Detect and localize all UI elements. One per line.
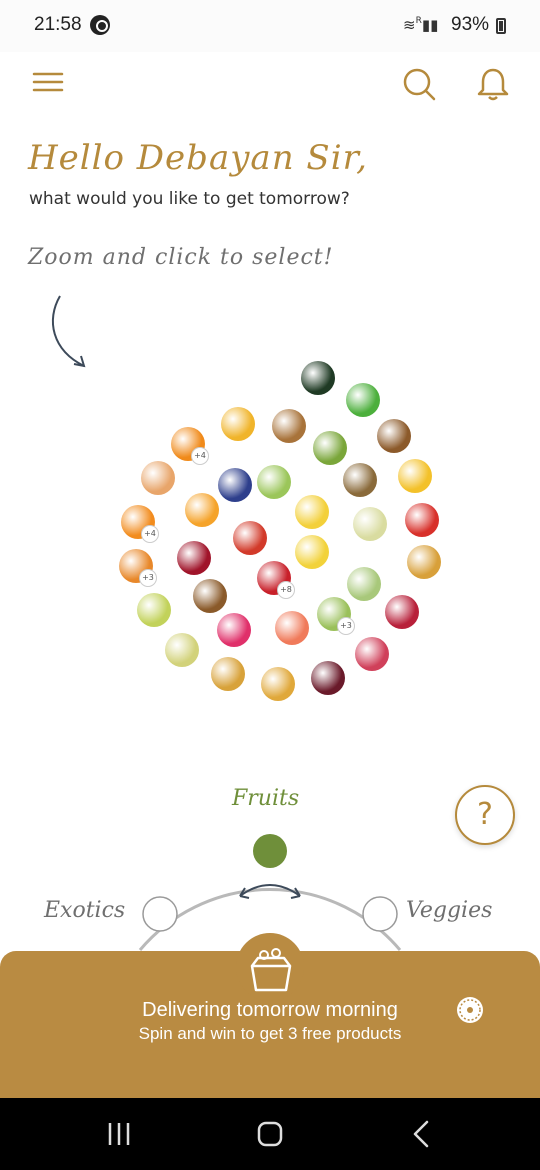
- variant-count-badge: +4: [191, 447, 209, 465]
- pomegranate-cut-produce[interactable]: [355, 637, 389, 671]
- delivery-subtitle: Spin and win to get 3 free products: [138, 1024, 402, 1043]
- produce-box-icon: [250, 948, 292, 992]
- grapefruit-produce[interactable]: [275, 611, 309, 645]
- help-button[interactable]: ?: [455, 785, 515, 845]
- red-apple-produce[interactable]: +8: [257, 561, 295, 599]
- category-veggies[interactable]: Veggies: [406, 898, 492, 923]
- longan-produce[interactable]: [272, 409, 306, 443]
- greeting-title: Hello Debayan Sir,: [28, 138, 368, 178]
- wifi-signal-icon: ≋R▮▮: [403, 16, 439, 34]
- loquat-produce[interactable]: [407, 545, 441, 579]
- fruits-selector-dot: [253, 834, 287, 868]
- melon-produce[interactable]: [353, 507, 387, 541]
- greeting-subtitle: what would you like to get tomorrow?: [29, 189, 350, 209]
- category-fruits[interactable]: Fruits: [232, 786, 299, 811]
- pineapple-cluster-produce[interactable]: [211, 657, 245, 691]
- status-bar: 21:58 ≋R▮▮ 93%: [0, 0, 540, 52]
- blueberry-produce[interactable]: [218, 468, 252, 502]
- guava-produce[interactable]: [257, 465, 291, 499]
- app-notification-icon: [90, 15, 110, 35]
- variant-count-badge: +8: [277, 581, 295, 599]
- battery-icon: [496, 18, 506, 34]
- variant-count-badge: +4: [141, 525, 159, 543]
- papaya-produce[interactable]: +3: [119, 549, 157, 587]
- pear-yellow-produce[interactable]: [165, 633, 199, 667]
- grapes-green-produce[interactable]: +3: [317, 597, 355, 635]
- avocado-produce[interactable]: [301, 361, 335, 395]
- cherry-produce[interactable]: [177, 541, 211, 575]
- variant-count-badge: +3: [337, 617, 355, 635]
- pear-produce[interactable]: [137, 593, 171, 627]
- exotics-selector-dot: [142, 896, 178, 932]
- green-apple-produce[interactable]: [346, 383, 380, 417]
- variant-count-badge: +3: [139, 569, 157, 587]
- banana-produce[interactable]: [295, 535, 329, 569]
- cantaloupe-produce[interactable]: [141, 461, 175, 495]
- status-time: 21:58: [34, 14, 82, 35]
- back-icon[interactable]: [402, 1116, 442, 1152]
- home-icon[interactable]: [250, 1116, 290, 1152]
- coconut-produce[interactable]: [193, 579, 227, 613]
- apricot-produce[interactable]: [185, 493, 219, 527]
- carrot-apple-produce[interactable]: [233, 521, 267, 555]
- produce-cluster[interactable]: +4 +4 +3 +8 +3: [105, 355, 450, 701]
- banana-small-produce[interactable]: [295, 495, 329, 529]
- mango-produce[interactable]: [221, 407, 255, 441]
- strawberry-produce[interactable]: [405, 503, 439, 537]
- pear-green-produce[interactable]: [347, 567, 381, 601]
- zoom-hint: Zoom and click to select!: [28, 245, 334, 270]
- veggies-selector-dot: [362, 896, 398, 932]
- orange-produce[interactable]: +4: [121, 505, 159, 543]
- pomegranate-produce[interactable]: [385, 595, 419, 629]
- system-nav-bar: [0, 1098, 540, 1170]
- search-icon[interactable]: [401, 66, 437, 102]
- kiwi-produce[interactable]: [343, 463, 377, 497]
- sapodilla-produce[interactable]: [377, 419, 411, 453]
- category-exotics[interactable]: Exotics: [44, 898, 125, 923]
- dragon-fruit-produce[interactable]: [217, 613, 251, 647]
- plum-produce[interactable]: [311, 661, 345, 695]
- hamburger-menu-icon[interactable]: [30, 66, 66, 102]
- spin-wheel-icon[interactable]: [457, 997, 483, 1023]
- recent-apps-icon[interactable]: [99, 1116, 139, 1152]
- curved-arrow-icon: [51, 295, 86, 368]
- kiwi-green-produce[interactable]: [313, 431, 347, 465]
- citrus-produce[interactable]: [398, 459, 432, 493]
- bell-icon[interactable]: [475, 66, 511, 102]
- kumquat-produce[interactable]: +4: [171, 427, 209, 465]
- pineapple-produce[interactable]: [261, 667, 295, 701]
- battery-percentage: 93%: [451, 14, 490, 35]
